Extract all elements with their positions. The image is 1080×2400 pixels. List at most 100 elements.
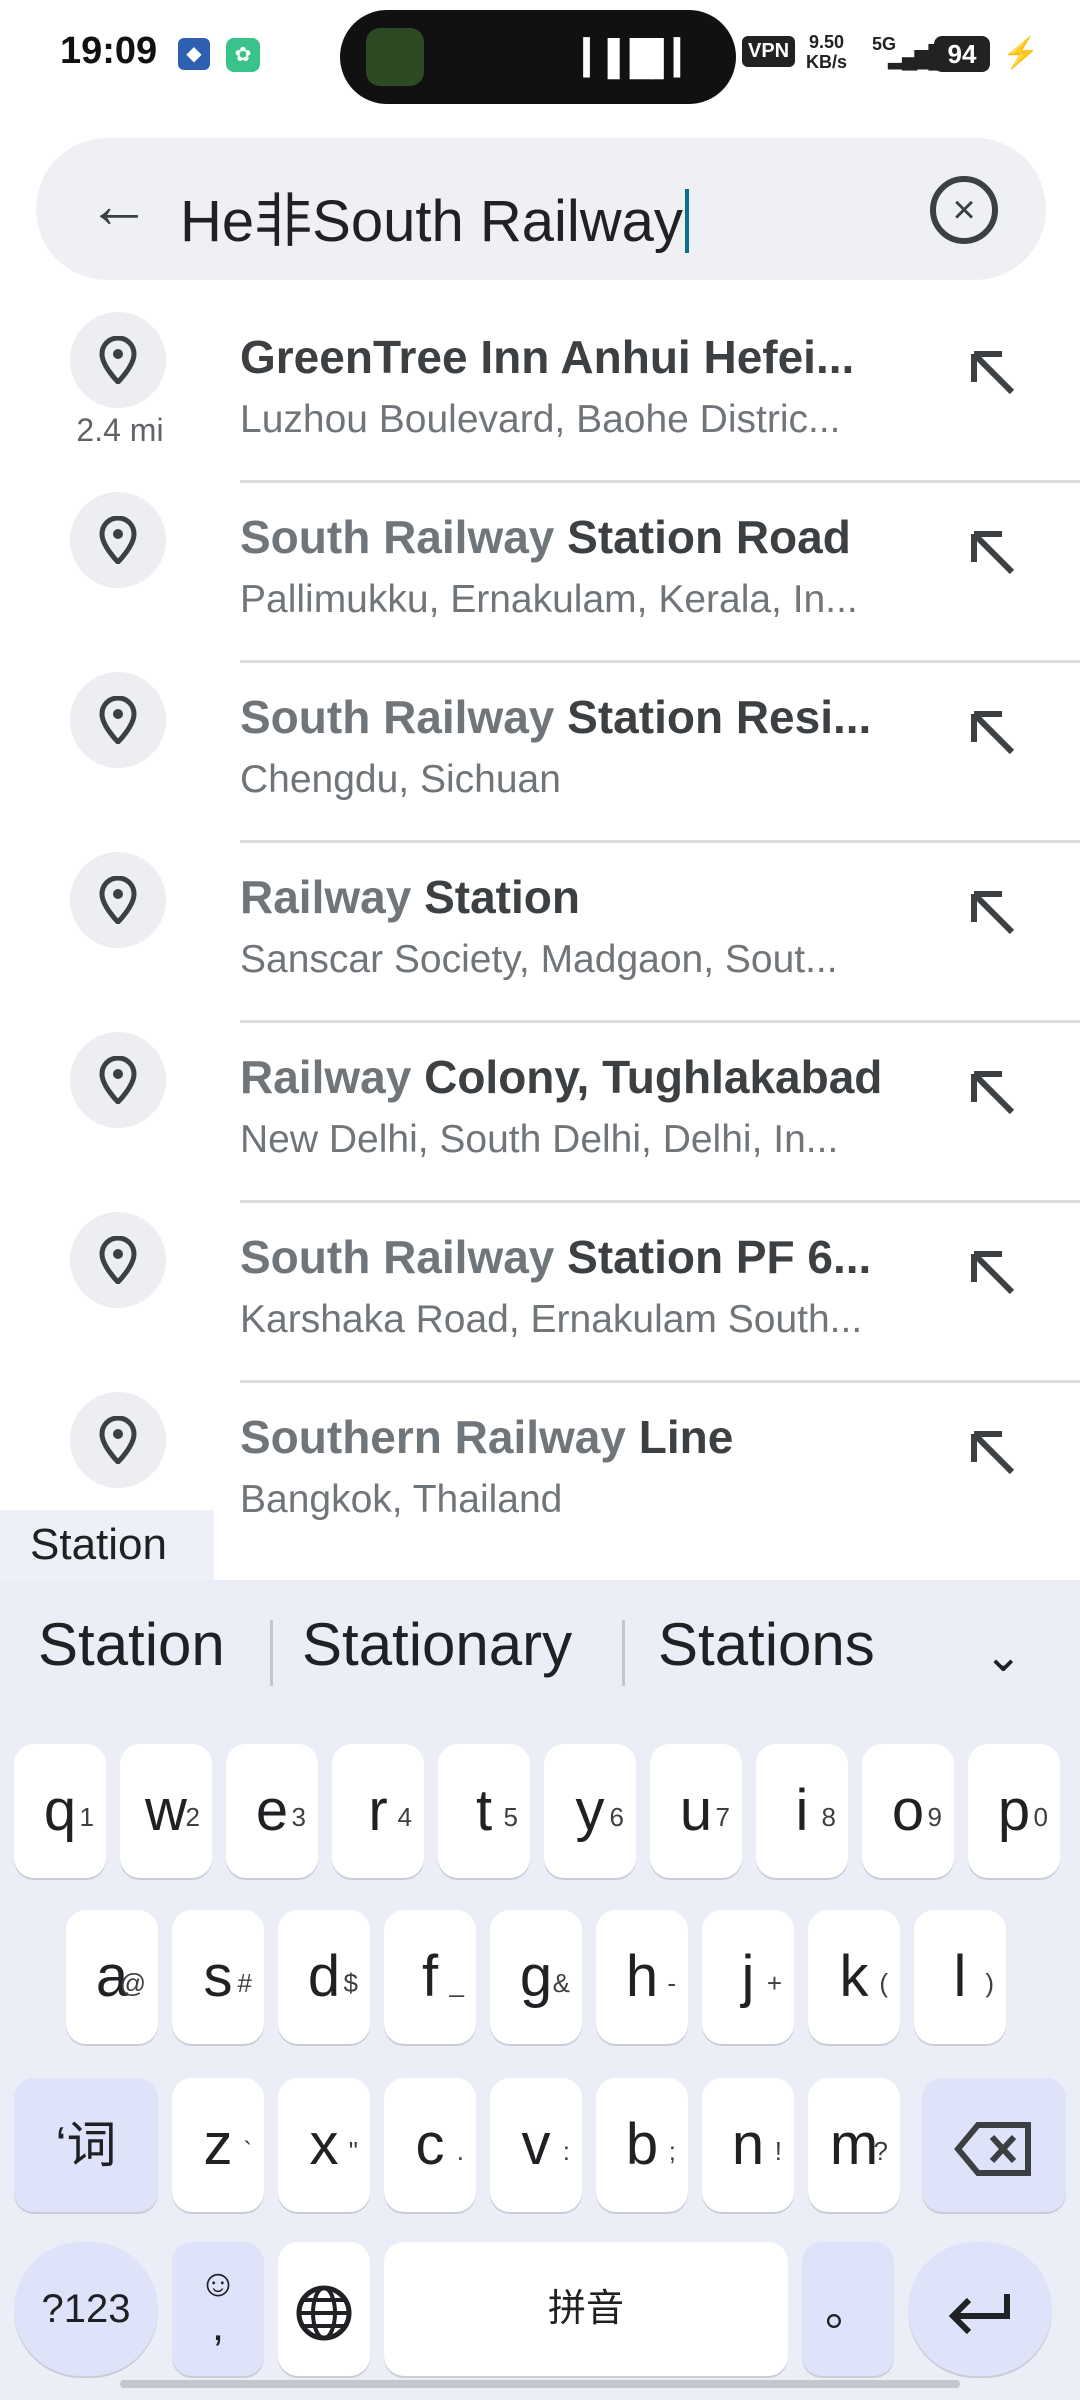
- key-c[interactable]: c.: [384, 2078, 476, 2212]
- place-name: GreenTree Inn Anhui Hefei...: [240, 331, 855, 383]
- matched-text: South Railway: [240, 691, 555, 743]
- key-a[interactable]: a @: [66, 1910, 158, 2044]
- key-label: o: [891, 1778, 925, 1843]
- suggestion-word-3[interactable]: Stations: [658, 1610, 875, 1679]
- key-label: b: [625, 2112, 659, 2177]
- distance-label: 2.4 mi: [76, 412, 164, 448]
- key-i[interactable]: i8: [756, 1744, 848, 1878]
- symbols-key[interactable]: ?123: [14, 2242, 158, 2376]
- key-l[interactable]: l): [914, 1910, 1006, 2044]
- key-y[interactable]: y6: [544, 1744, 636, 1878]
- fill-query-arrow-icon[interactable]: [962, 702, 1022, 762]
- suggestion-word-1[interactable]: Station: [38, 1610, 225, 1679]
- status-bar: 19:09 ◆ ✿ ▎▌█▌▎ VPN 9.50 KB/s 5G ▂▄▆█ 94…: [0, 0, 1080, 120]
- key-v[interactable]: v:: [490, 2078, 582, 2212]
- key-t[interactable]: t5: [438, 1744, 530, 1878]
- location-pin-icon: [70, 1032, 166, 1128]
- key-label: p: [997, 1778, 1031, 1843]
- matched-text: Railway: [240, 871, 412, 923]
- suggestion-word-2[interactable]: Stationary: [302, 1610, 572, 1679]
- place-title: Southern Railway Line: [240, 1410, 733, 1464]
- key-f[interactable]: f _: [384, 1910, 476, 2044]
- key-p[interactable]: p0: [968, 1744, 1060, 1878]
- key-g[interactable]: g &: [490, 1910, 582, 2044]
- key-label: m: [829, 2112, 879, 2177]
- key-secondary-label: !: [774, 2136, 782, 2166]
- key-label: x: [309, 2112, 339, 2177]
- key-secondary-label: ": [348, 2136, 358, 2166]
- key-label: h: [625, 1944, 659, 2009]
- space-key[interactable]: 拼音: [384, 2242, 788, 2376]
- key-label: k: [839, 1944, 869, 2009]
- clock: 19:09: [60, 30, 158, 72]
- autocomplete-chip[interactable]: Station: [0, 1510, 214, 1580]
- key-label: j: [741, 1944, 755, 2009]
- search-bar[interactable]: ← He非South Railway ×: [36, 138, 1046, 280]
- clear-search-icon[interactable]: ×: [930, 176, 998, 244]
- key-s[interactable]: s #: [172, 1910, 264, 2044]
- key-secondary-label: ?: [873, 2136, 888, 2166]
- key-k[interactable]: k(: [808, 1910, 900, 2044]
- dynamic-island[interactable]: ▎▌█▌▎: [340, 10, 736, 104]
- key-z[interactable]: z `: [172, 2078, 264, 2212]
- place-title: GreenTree Inn Anhui Hefei...: [240, 330, 854, 384]
- suggestion-row[interactable]: 2.4 mi GreenTree Inn Anhui Hefei... Luzhou…: [0, 300, 1080, 483]
- place-name: Station Road: [554, 511, 851, 563]
- charging-icon: ⚡: [1002, 37, 1040, 70]
- key-n[interactable]: n!: [702, 2078, 794, 2212]
- key-label: s: [203, 1944, 233, 2009]
- suggestion-row[interactable]: Railway Colony, Tughlakabad New Delhi, So…: [0, 1020, 1080, 1203]
- pinyin-toggle-key[interactable]: ‘词: [14, 2078, 158, 2212]
- audio-wave-icon: ▎▌█▌▎: [583, 39, 700, 77]
- key-h[interactable]: h-: [596, 1910, 688, 2044]
- network-speed: 9.50 KB/s: [806, 32, 848, 72]
- matched-text: Southern Railway: [240, 1411, 626, 1463]
- key-e[interactable]: e3: [226, 1744, 318, 1878]
- key-r[interactable]: r4: [332, 1744, 424, 1878]
- suggestion-row[interactable]: South Railway Station Road Pallimukku, Er…: [0, 480, 1080, 663]
- chevron-down-icon[interactable]: ⌄: [984, 1628, 1023, 1682]
- place-title: Railway Station: [240, 870, 580, 924]
- key-label: n: [731, 2112, 765, 2177]
- key-secondary-label: +: [766, 1968, 782, 1998]
- key-secondary-label: -: [667, 1968, 676, 1998]
- place-name: Colony, Tughlakabad: [411, 1051, 883, 1103]
- key-j[interactable]: j +: [702, 1910, 794, 2044]
- key-label: y: [575, 1778, 605, 1843]
- fill-query-arrow-icon[interactable]: [962, 1242, 1022, 1302]
- fill-query-arrow-icon[interactable]: [962, 1062, 1022, 1122]
- key-secondary-label: 1: [79, 1802, 94, 1832]
- key-label: e: [255, 1778, 289, 1843]
- key-label: g: [519, 1944, 553, 2009]
- fill-query-arrow-icon[interactable]: [962, 522, 1022, 582]
- gesture-navigation-bar[interactable]: [120, 2380, 960, 2388]
- key-d[interactable]: d $: [278, 1910, 370, 2044]
- emoji-comma-key[interactable]: ☺,: [172, 2242, 264, 2376]
- enter-key[interactable]: [908, 2242, 1052, 2376]
- fill-query-arrow-icon[interactable]: [962, 342, 1022, 402]
- key-label: r: [368, 1778, 388, 1843]
- back-arrow-icon[interactable]: ←: [84, 172, 154, 242]
- location-pin-icon: [70, 1212, 166, 1308]
- backspace-key[interactable]: [922, 2078, 1066, 2212]
- key-x[interactable]: x ": [278, 2078, 370, 2212]
- fill-query-arrow-icon[interactable]: [962, 1422, 1022, 1482]
- key-label: z: [203, 2112, 233, 2177]
- key-q[interactable]: q1: [14, 1744, 106, 1878]
- period-key[interactable]: 。: [802, 2242, 894, 2376]
- key-secondary-label: :: [562, 2136, 570, 2166]
- language-key[interactable]: [278, 2242, 370, 2376]
- key-w[interactable]: w2: [120, 1744, 212, 1878]
- suggestion-row[interactable]: South Railway Station Resi... Chengdu, Si…: [0, 660, 1080, 843]
- suggestion-row[interactable]: South Railway Station PF 6... Karshaka Ro…: [0, 1200, 1080, 1383]
- place-address: Luzhou Boulevard, Baohe Distric...: [240, 398, 841, 441]
- search-input[interactable]: He非South Railway: [180, 174, 689, 258]
- key-m[interactable]: m?: [808, 2078, 900, 2212]
- fill-query-arrow-icon[interactable]: [962, 882, 1022, 942]
- key-u[interactable]: u7: [650, 1744, 742, 1878]
- suggestion-row[interactable]: Railway Station Sanscar Society, Madgaon,…: [0, 840, 1080, 1023]
- key-o[interactable]: o9: [862, 1744, 954, 1878]
- vpn-badge: VPN: [742, 36, 796, 67]
- key-b[interactable]: b;: [596, 2078, 688, 2212]
- key-secondary-label: 4: [397, 1802, 412, 1832]
